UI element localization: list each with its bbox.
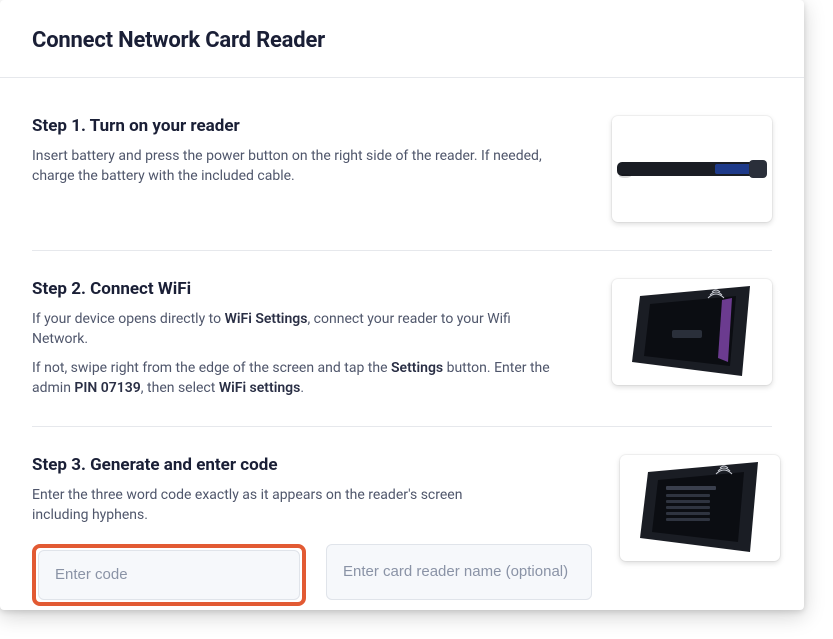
panel-header: Connect Network Card Reader bbox=[0, 0, 804, 78]
input-row bbox=[32, 544, 592, 606]
t: If your device opens directly to bbox=[32, 311, 225, 327]
wifi-settings-bold-2: WiFi settings bbox=[219, 380, 301, 396]
code-input[interactable] bbox=[38, 550, 300, 600]
step-1-desc: Insert battery and press the power butto… bbox=[32, 146, 564, 187]
wifi-settings-bold: WiFi Settings bbox=[225, 311, 308, 327]
card-reader-side-icon bbox=[615, 154, 770, 184]
step-1-heading: Step 1. Turn on your reader bbox=[32, 116, 564, 136]
step-2-heading: Step 2. Connect WiFi bbox=[32, 279, 564, 299]
code-input-highlight bbox=[32, 544, 306, 606]
t: , then select bbox=[141, 380, 219, 396]
step-3: Step 3. Generate and enter code Enter th… bbox=[32, 427, 772, 606]
step-1-text: Step 1. Turn on your reader Insert batte… bbox=[32, 116, 592, 187]
reader-wifi-image bbox=[612, 279, 772, 385]
step-3-desc: Enter the three word code exactly as it … bbox=[32, 485, 472, 526]
connect-reader-panel: Connect Network Card Reader Step 1. Turn… bbox=[0, 0, 804, 610]
step-2-p2: If not, swipe right from the edge of the… bbox=[32, 358, 564, 399]
step-1: Step 1. Turn on your reader Insert batte… bbox=[32, 88, 772, 251]
panel-content: Step 1. Turn on your reader Insert batte… bbox=[0, 78, 804, 610]
settings-bold: Settings bbox=[391, 360, 443, 376]
reader-side-image bbox=[612, 116, 772, 222]
step-3-heading: Step 3. Generate and enter code bbox=[32, 455, 592, 475]
step-2-p1: If your device opens directly to WiFi Se… bbox=[32, 309, 564, 350]
card-reader-code-icon bbox=[630, 458, 770, 558]
t: . bbox=[300, 380, 304, 396]
page-title: Connect Network Card Reader bbox=[32, 28, 772, 53]
reader-name-input[interactable] bbox=[326, 544, 592, 600]
reader-code-image bbox=[620, 455, 780, 561]
step-3-text: Step 3. Generate and enter code Enter th… bbox=[32, 455, 620, 606]
card-reader-wifi-icon bbox=[622, 282, 762, 382]
pin-bold: PIN 07139 bbox=[74, 380, 140, 396]
step-2: Step 2. Connect WiFi If your device open… bbox=[32, 251, 772, 427]
t: If not, swipe right from the edge of the… bbox=[32, 360, 391, 376]
step-2-text: Step 2. Connect WiFi If your device open… bbox=[32, 279, 592, 398]
